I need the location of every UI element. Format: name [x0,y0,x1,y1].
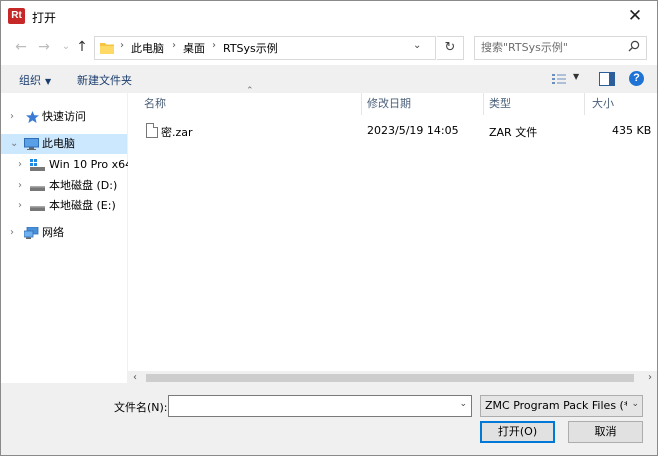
view-options-icon[interactable] [552,73,566,85]
filename-field[interactable]: ⌄ [168,395,472,417]
address-bar[interactable]: › 此电脑 › 桌面 › RTSys示例 ⌄ [94,36,436,60]
chevron-right-icon[interactable]: › [18,196,22,216]
sidebar-item-label: 快速访问 [42,110,86,123]
cancel-button[interactable]: 取消 [568,421,643,443]
help-button[interactable]: ? [629,71,644,86]
windows-drive-icon [30,159,45,171]
chevron-down-icon[interactable]: ⌄ [459,399,467,409]
dialog-footer: 文件名(N): ⌄ ZMC Program Pack Files (*.z ⌄ … [1,385,657,455]
scroll-right-arrow[interactable]: › [648,371,652,385]
sidebar-item-win10-drive[interactable]: › Win 10 Pro x64 [1,155,132,175]
breadcrumb-this-pc[interactable]: 此电脑 [131,40,164,56]
app-icon: Rt [8,8,25,24]
drive-icon [30,206,45,211]
caret-down-icon: ▼ [45,77,52,86]
title-bar: Rt 打开 ✕ [1,1,657,31]
column-header-name[interactable]: 名称 [144,93,166,115]
chevron-down-icon[interactable]: ⌄ [631,399,639,409]
scroll-left-arrow[interactable]: ‹ [133,371,137,385]
command-toolbar: 组织 ▼ 新建文件夹 ▼ ? [1,65,657,93]
sidebar-item-this-pc[interactable]: ⌄ 此电脑 [1,134,127,154]
sidebar-item-label: 此电脑 [42,137,75,150]
breadcrumb-separator: › [212,40,216,51]
window-title: 打开 [32,11,57,25]
search-icon[interactable] [628,40,640,52]
file-icon [146,123,158,138]
column-header-modified[interactable]: 修改日期 [367,93,411,115]
column-header-size[interactable]: 大小 [592,93,614,115]
sort-ascending-icon: ⌃ [246,86,254,96]
drive-icon [30,186,45,191]
sidebar-item-label: 本地磁盘 (E:) [49,199,116,212]
close-button[interactable]: ✕ [613,1,657,31]
sidebar-item-drive-e[interactable]: › 本地磁盘 (E:) [1,196,127,216]
breadcrumb-rtsys[interactable]: RTSys示例 [223,40,278,56]
refresh-button[interactable]: ↻ [437,36,464,60]
file-row[interactable]: 密.zar 2023/5/19 14:05 ZAR 文件 435 KB [128,121,657,141]
file-name: 密.zar [161,126,193,139]
file-type: ZAR 文件 [489,126,538,139]
column-divider[interactable] [584,93,585,115]
breadcrumb-separator: › [172,40,176,51]
open-file-dialog: Rt 打开 ✕ ← → ⌄ ↑ › 此电脑 › 桌面 › RTSys示例 ⌄ ↻ [0,0,658,456]
folder-icon [100,43,114,54]
filename-label: 文件名(N): [114,401,168,414]
organize-label: 组织 [19,74,41,87]
back-button[interactable]: ← [13,39,29,55]
chevron-right-icon[interactable]: › [18,155,22,175]
caret-down-icon[interactable]: ▼ [573,72,579,81]
network-icon [24,227,39,239]
open-button[interactable]: 打开(O) [480,421,555,443]
search-input[interactable] [481,40,621,55]
star-icon [26,111,39,123]
sidebar-item-label: 网络 [42,226,64,239]
chevron-right-icon[interactable]: › [10,107,14,127]
file-list: ⌃ 名称 修改日期 类型 大小 密.zar 2023/5/19 14:05 ZA… [128,86,657,371]
breadcrumb-separator: › [120,40,124,51]
sidebar-item-quick-access[interactable]: › 快速访问 [1,107,127,127]
breadcrumb-desktop[interactable]: 桌面 [183,40,205,56]
file-type-value: ZMC Program Pack Files (*.z [485,399,627,412]
sidebar-item-label: Win 10 Pro x64 [49,158,133,171]
chevron-right-icon[interactable]: › [18,176,22,196]
search-box[interactable] [474,36,647,60]
file-modified: 2023/5/19 14:05 [367,124,459,137]
chevron-down-icon[interactable]: ⌄ [10,134,18,154]
computer-icon [24,138,39,150]
horizontal-scrollbar[interactable]: ‹ › [128,371,657,385]
new-folder-button[interactable]: 新建文件夹 [77,72,132,88]
file-type-select[interactable]: ZMC Program Pack Files (*.z ⌄ [480,395,643,417]
navigation-pane: › 快速访问 ⌄ 此电脑 › Win 10 Pro x64 › 本地磁盘 (D:… [1,93,132,383]
navigation-bar: ← → ⌄ ↑ › 此电脑 › 桌面 › RTSys示例 ⌄ ↻ [1,31,657,65]
forward-button[interactable]: → [36,39,52,55]
preview-pane-icon[interactable] [599,72,615,86]
column-divider[interactable] [361,93,362,115]
recent-locations-button[interactable]: ⌄ [58,39,74,55]
chevron-down-icon[interactable]: ⌄ [413,40,421,51]
scrollbar-thumb[interactable] [146,374,634,382]
sidebar-item-label: 本地磁盘 (D:) [49,179,118,192]
column-divider[interactable] [483,93,484,115]
column-header-type[interactable]: 类型 [489,93,511,115]
up-button[interactable]: ↑ [74,39,90,55]
sidebar-item-drive-d[interactable]: › 本地磁盘 (D:) [1,176,127,196]
organize-button[interactable]: 组织 ▼ [19,72,51,88]
sidebar-item-network[interactable]: › 网络 [1,223,127,243]
chevron-right-icon[interactable]: › [10,223,14,243]
file-size: 435 KB [612,124,652,137]
